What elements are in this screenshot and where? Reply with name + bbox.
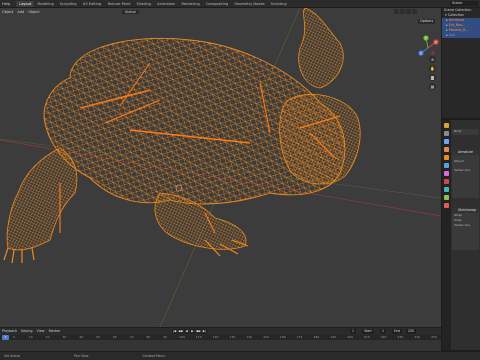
rendered-shading-icon[interactable] bbox=[412, 9, 417, 14]
current-frame-field[interactable]: 1 bbox=[350, 329, 357, 334]
object-tab-icon[interactable] bbox=[444, 155, 449, 160]
menu-object-2[interactable]: Object bbox=[26, 10, 41, 14]
object-name-field[interactable]: Body bbox=[452, 129, 479, 135]
menu-playback[interactable]: Playback bbox=[0, 329, 19, 333]
wireframe-mesh[interactable] bbox=[3, 8, 361, 264]
constraints-tab-icon[interactable] bbox=[444, 187, 449, 192]
perspective-grid-icon[interactable]: ▦ bbox=[429, 83, 436, 90]
output-tab-icon[interactable] bbox=[444, 139, 449, 144]
physics-tab-icon[interactable] bbox=[444, 179, 449, 184]
material-tab-icon[interactable] bbox=[444, 203, 449, 208]
start-label: Start bbox=[362, 329, 374, 334]
transform-orientation-dropdown[interactable]: Global bbox=[121, 9, 139, 14]
tab-rendering[interactable]: Rendering bbox=[178, 1, 202, 7]
tab-scripting[interactable]: Scripting bbox=[268, 1, 290, 7]
playback-controls: |◀ ◀◆ ◀ ▶ ◆▶ ▶| bbox=[172, 329, 207, 334]
armature-modifier-panel[interactable]: Armature Object Vertex Gro bbox=[452, 150, 479, 198]
tab-modeling[interactable]: Modeling bbox=[34, 1, 56, 7]
shrinkwrap-modifier-panel[interactable]: Shrinkwrap Wrap Snap Vertex Gro bbox=[452, 208, 479, 250]
wireframe-shading-icon[interactable] bbox=[394, 9, 399, 14]
menu-view[interactable]: View bbox=[35, 329, 47, 333]
camera-icon[interactable]: ◙ bbox=[429, 74, 436, 81]
menu-object[interactable]: Object bbox=[0, 10, 15, 14]
panel-line: Vertex Gro bbox=[454, 223, 470, 227]
outliner-label: Armature bbox=[448, 18, 465, 22]
outliner-label: Marmot_B... bbox=[448, 28, 469, 32]
workspace-tabs: Layout Modeling Sculpting UV Editing Tex… bbox=[16, 0, 290, 7]
play-reverse-button[interactable]: ◀ bbox=[184, 329, 189, 334]
tab-shading[interactable]: Shading bbox=[134, 1, 155, 7]
jump-start-button[interactable]: |◀ bbox=[172, 329, 177, 334]
properties-editor[interactable]: Body Armature Object Vertex Gro Shrinkwr… bbox=[442, 120, 480, 350]
viewport-canvas[interactable]: X Y Z bbox=[0, 8, 441, 327]
jump-end-button[interactable]: ▶| bbox=[202, 329, 207, 334]
menu-add[interactable]: Add bbox=[15, 10, 26, 14]
start-frame-field[interactable]: 1 bbox=[380, 329, 387, 334]
viewport-header: Object Add Object Global bbox=[0, 8, 441, 15]
pan-hand-icon[interactable]: ✋ bbox=[429, 65, 436, 72]
tab-animation[interactable]: Animation bbox=[154, 1, 178, 7]
status-set-active: Set Active bbox=[4, 354, 21, 358]
outliner-light[interactable]: ▸ Sun bbox=[442, 33, 480, 38]
outliner-label: Scene Collection bbox=[444, 8, 472, 12]
render-tab-icon[interactable] bbox=[444, 131, 449, 136]
object-name: Body bbox=[454, 129, 462, 133]
menu-marker[interactable]: Marker bbox=[47, 329, 63, 333]
end-frame-field[interactable]: 250 bbox=[406, 329, 417, 334]
zoom-icon[interactable]: ⊕ bbox=[429, 56, 436, 63]
tab-geometry-nodes[interactable]: Geometry Nodes bbox=[231, 1, 267, 7]
tab-texture-paint[interactable]: Texture Paint bbox=[104, 1, 133, 7]
tab-compositing[interactable]: Compositing bbox=[203, 1, 232, 7]
solid-shading-icon[interactable] bbox=[400, 9, 405, 14]
material-shading-icon[interactable] bbox=[406, 9, 411, 14]
properties-tabs bbox=[442, 120, 451, 350]
options-button[interactable]: Options bbox=[418, 19, 436, 24]
tab-sculpting[interactable]: Sculpting bbox=[57, 1, 80, 7]
scene-selector[interactable]: Scene bbox=[450, 1, 478, 6]
panel-line: Vertex Gro bbox=[454, 168, 470, 172]
panel-title: Armature bbox=[452, 150, 479, 155]
timeline-header: Playback Keying View Marker |◀ ◀◆ ◀ ▶ ◆▶… bbox=[0, 328, 441, 334]
prev-keyframe-button[interactable]: ◀◆ bbox=[178, 329, 183, 334]
status-context-menu: Context Menu bbox=[142, 354, 165, 358]
timeline-body[interactable] bbox=[0, 340, 441, 351]
top-bar: Help Layout Modeling Sculpting UV Editin… bbox=[0, 0, 480, 7]
status-pan-view: Pan View bbox=[74, 354, 89, 358]
modifier-tab-icon[interactable] bbox=[444, 163, 449, 168]
view-layer-tab-icon[interactable] bbox=[444, 147, 449, 152]
next-keyframe-button[interactable]: ◆▶ bbox=[196, 329, 201, 334]
timeline[interactable]: Playback Keying View Marker |◀ ◀◆ ◀ ▶ ◆▶… bbox=[0, 328, 441, 351]
gizmo-y-label: Y bbox=[425, 36, 427, 40]
status-bar: Set Active Pan View Context Menu bbox=[0, 352, 480, 360]
end-label: End bbox=[392, 329, 403, 334]
outliner-label: Ext_Nov... bbox=[448, 23, 466, 27]
outliner-label: Collection bbox=[447, 13, 465, 17]
panel-line: Object bbox=[454, 159, 464, 163]
menu-keying[interactable]: Keying bbox=[19, 329, 34, 333]
shading-buttons bbox=[394, 9, 417, 14]
play-button[interactable]: ▶ bbox=[190, 329, 195, 334]
particles-tab-icon[interactable] bbox=[444, 171, 449, 176]
outliner-label: Sun bbox=[448, 33, 456, 37]
3d-viewport[interactable]: X Y Z Object Add Object Global Options ⊕… bbox=[0, 8, 441, 327]
tool-tab-icon[interactable] bbox=[444, 123, 449, 128]
navigation-gizmo[interactable]: X Y Z bbox=[418, 35, 439, 56]
outliner[interactable]: Scene Collection ▾ Collection ▸ Armature… bbox=[442, 8, 480, 118]
help-menu[interactable]: Help bbox=[0, 2, 12, 6]
data-tab-icon[interactable] bbox=[444, 195, 449, 200]
tab-uv-editing[interactable]: UV Editing bbox=[80, 1, 105, 7]
tab-layout[interactable]: Layout bbox=[16, 0, 35, 7]
